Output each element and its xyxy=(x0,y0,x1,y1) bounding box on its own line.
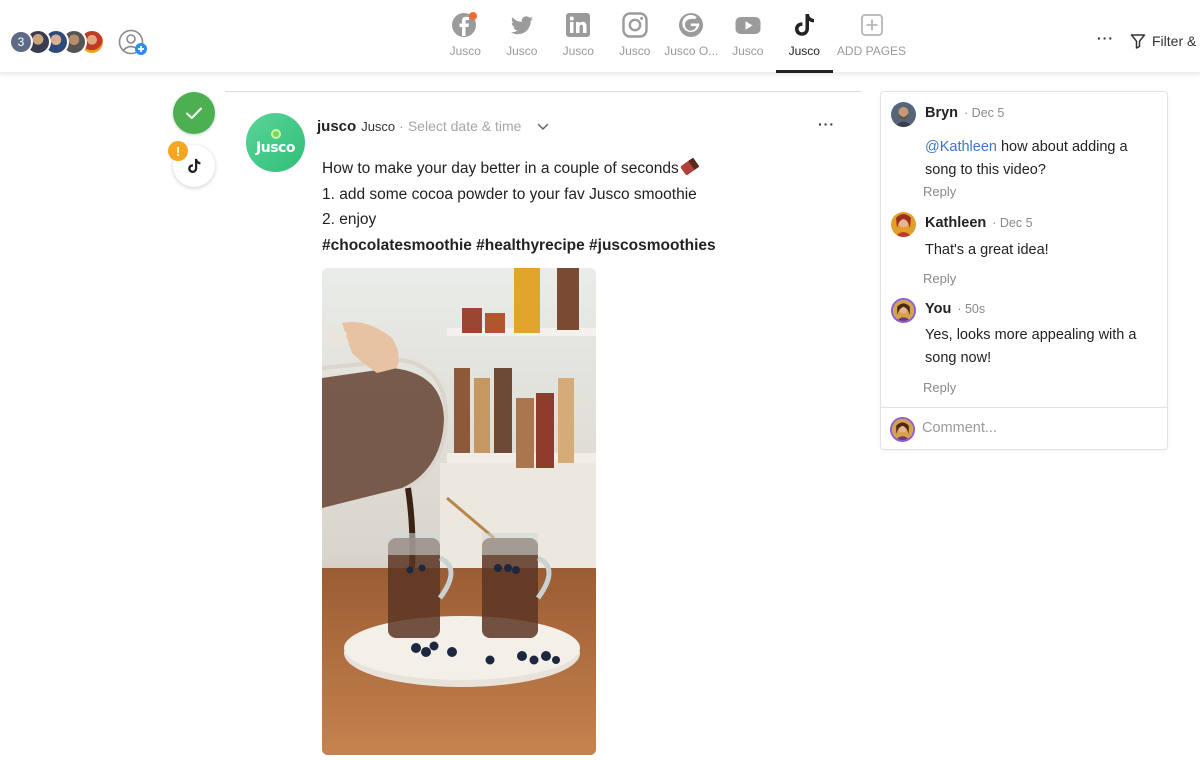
comment-text: @Kathleen how about adding a song to thi… xyxy=(925,139,1128,178)
reply-button[interactable]: Reply xyxy=(923,380,956,395)
tab-label: Jusco xyxy=(788,44,820,58)
tab-label: Jusco xyxy=(619,44,651,58)
reply-button[interactable]: Reply xyxy=(923,271,956,286)
approve-button[interactable] xyxy=(173,92,215,134)
tiktok-icon xyxy=(188,158,201,173)
warning-icon[interactable]: ! xyxy=(168,141,188,161)
comment-author: You xyxy=(925,301,952,317)
avatar xyxy=(891,102,916,127)
comment-input[interactable] xyxy=(922,420,1152,436)
tab-label: Jusco xyxy=(732,44,764,58)
comment-composer xyxy=(881,407,1167,450)
add-user-icon xyxy=(118,29,147,55)
post-handle: jusco xyxy=(317,118,357,135)
add-pages-button[interactable]: ADD PAGES xyxy=(833,0,911,73)
comment-header: Kathleen · Dec 5 xyxy=(925,215,1033,231)
twitter-icon xyxy=(508,11,536,39)
comment-text: That's a great idea! xyxy=(925,242,1049,258)
facebook-icon xyxy=(451,11,479,39)
caption-hashtags: #chocolatesmoothie #healthyrecipe #jusco… xyxy=(322,237,716,255)
caption-line: How to make your day better in a couple … xyxy=(322,156,842,182)
post-page-name: Jusco xyxy=(361,119,396,134)
avatar xyxy=(891,212,916,237)
leaf-icon xyxy=(270,129,281,139)
page-logo-text: Jusco xyxy=(256,140,295,156)
more-options-button[interactable]: ··· xyxy=(1097,30,1114,46)
tab-youtube[interactable]: Jusco xyxy=(720,0,777,73)
page-logo: Jusco xyxy=(246,113,305,172)
google-icon xyxy=(677,11,705,39)
avatar xyxy=(891,298,916,323)
tiktok-icon xyxy=(790,11,818,39)
linkedin-icon xyxy=(564,11,592,39)
filter-icon xyxy=(1130,34,1146,49)
post-divider xyxy=(225,91,861,92)
filter-label: Filter & xyxy=(1152,33,1197,49)
mention-link[interactable]: @Kathleen xyxy=(925,139,997,155)
checkmark-icon xyxy=(186,107,202,119)
post-caption[interactable]: How to make your day better in a couple … xyxy=(322,156,842,259)
comment-header: You · 50s xyxy=(925,301,985,317)
comment-author: Kathleen xyxy=(925,215,987,231)
youtube-icon xyxy=(734,11,762,39)
chevron-down-icon[interactable] xyxy=(537,118,549,134)
tab-label: Jusco xyxy=(506,44,538,58)
comments-panel: Bryn · Dec 5 @Kathleen how about adding … xyxy=(880,91,1168,450)
tab-google[interactable]: Jusco O... xyxy=(663,0,720,73)
post-menu-button[interactable]: ··· xyxy=(818,116,835,132)
separator: · xyxy=(399,118,404,134)
comment-time: · Dec 5 xyxy=(992,216,1033,230)
comment-time: · 50s xyxy=(957,302,986,316)
tab-label: Jusco xyxy=(449,44,481,58)
top-bar: 3 Jusco Jusco Jusco Jusco Jusco O... Jus… xyxy=(0,0,1200,73)
caption-line: 2. enjoy xyxy=(322,211,377,229)
post-header: jusco Jusco · Select date & time xyxy=(317,118,549,135)
date-time-picker[interactable]: Select date & time xyxy=(408,118,522,134)
comment-time: · Dec 5 xyxy=(964,106,1005,120)
tab-twitter[interactable]: Jusco xyxy=(494,0,551,73)
avatar xyxy=(890,417,915,442)
add-user-button[interactable] xyxy=(118,29,147,55)
team-avatars[interactable]: 3 xyxy=(9,29,105,55)
tab-tiktok[interactable]: Jusco xyxy=(776,0,833,73)
comment-author: Bryn xyxy=(925,105,959,121)
tab-linkedin[interactable]: Jusco xyxy=(550,0,607,73)
tab-facebook[interactable]: Jusco xyxy=(437,0,494,73)
caption-line: 1. add some cocoa powder to your fav Jus… xyxy=(322,185,697,203)
plus-square-icon xyxy=(858,11,886,39)
post-video-thumbnail[interactable] xyxy=(322,268,596,755)
comment-text: Yes, looks more appealing with a song no… xyxy=(925,327,1137,366)
tab-instagram[interactable]: Jusco xyxy=(607,0,664,73)
team-count-badge: 3 xyxy=(9,30,33,54)
tab-label: Jusco O... xyxy=(664,44,719,58)
reply-button[interactable]: Reply xyxy=(923,184,956,199)
tab-label: Jusco xyxy=(562,44,594,58)
chocolate-icon xyxy=(679,159,697,177)
comment-header: Bryn · Dec 5 xyxy=(925,105,1004,121)
channel-tabs: Jusco Jusco Jusco Jusco Jusco O... Jusco… xyxy=(437,0,911,73)
tab-label: ADD PAGES xyxy=(836,44,907,58)
instagram-icon xyxy=(621,11,649,39)
filter-button[interactable]: Filter & xyxy=(1130,33,1196,49)
